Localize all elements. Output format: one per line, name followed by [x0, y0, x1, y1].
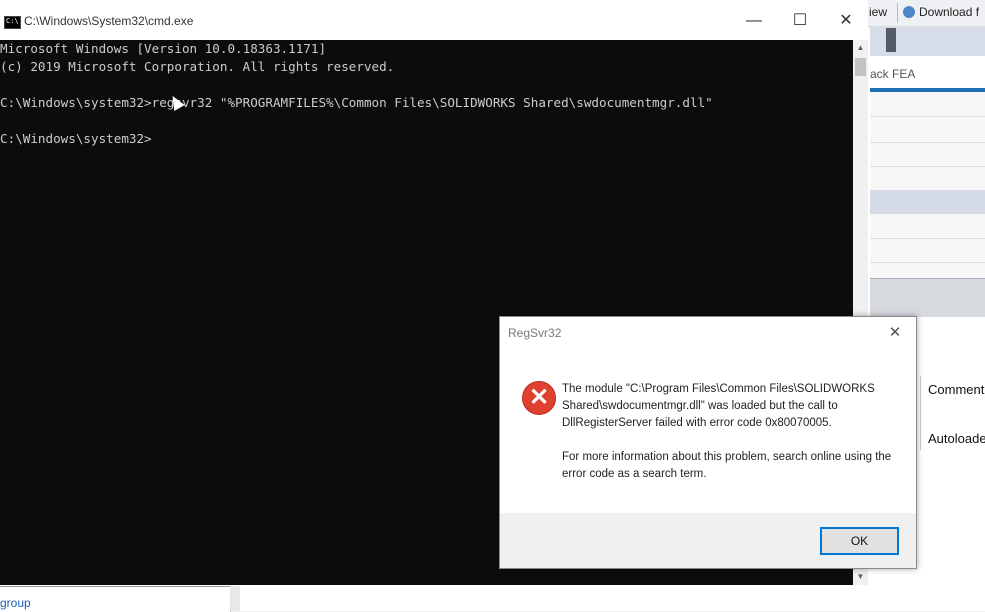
cmd-icon-glyph: C:\: [6, 17, 19, 25]
console-prompt-line: C:\Windows\system32>: [0, 131, 152, 146]
list-divider: [870, 116, 985, 117]
console-line: Microsoft Windows [Version 10.0.18363.11…: [0, 41, 327, 56]
list-divider: [870, 238, 985, 239]
view-menu[interactable]: iew: [869, 5, 887, 19]
bottom-left-panel: group: [0, 586, 231, 612]
selected-list-item[interactable]: [870, 190, 985, 214]
download-button[interactable]: Download f: [903, 5, 979, 19]
cmd-titlebar[interactable]: C:\ C:\Windows\System32\cmd.exe — ☐ ✕: [0, 0, 868, 40]
comment-header-label: Comment: [928, 382, 985, 397]
dialog-title: RegSvr32: [508, 326, 562, 340]
close-button[interactable]: ✕: [823, 6, 869, 36]
info-message-line: error code as a search term.: [562, 468, 707, 480]
background-toolbar: iew Download f: [855, 0, 985, 27]
console-line: C:\Windows\system32>regsvr32 "%PROGRAMFI…: [0, 95, 713, 110]
toolbar-grip[interactable]: [886, 28, 896, 52]
dialog-footer: OK: [500, 513, 916, 568]
error-x-glyph: ✕: [528, 384, 550, 411]
group-link[interactable]: group: [0, 596, 31, 610]
download-label: Download f: [919, 5, 980, 19]
error-message-line: The module "C:\Program Files\Common File…: [562, 383, 875, 395]
maximize-button[interactable]: ☐: [777, 6, 823, 36]
autoloader-label: Autoloader: [928, 431, 985, 446]
bottom-splitter[interactable]: [230, 586, 240, 611]
cmd-window-title: C:\Windows\System32\cmd.exe: [24, 14, 194, 28]
info-message: For more information about this problem,…: [562, 449, 892, 483]
list-divider: [870, 142, 985, 143]
download-icon: [903, 6, 915, 18]
console-line: (c) 2019 Microsoft Corporation. All righ…: [0, 59, 395, 74]
error-message-line: DllRegisterServer failed with error code…: [562, 417, 832, 429]
error-message: The module "C:\Program Files\Common File…: [562, 381, 892, 432]
ok-button[interactable]: OK: [820, 527, 899, 555]
scroll-up-arrow-icon[interactable]: ▲: [853, 40, 868, 56]
fea-label: ack FEA: [870, 67, 916, 81]
error-message-line: Shared\swdocumentmgr.dll" was loaded but…: [562, 400, 838, 412]
fea-tab[interactable]: ack FEA: [870, 60, 985, 86]
background-list: [870, 92, 985, 278]
regsvr32-dialog[interactable]: RegSvr32 ✕ ✕ The module "C:\Program File…: [499, 316, 917, 569]
scroll-down-arrow-icon[interactable]: ▼: [853, 569, 868, 585]
list-divider: [870, 262, 985, 263]
cmd-app-icon[interactable]: C:\: [4, 16, 21, 29]
list-divider: [870, 166, 985, 167]
dialog-close-button[interactable]: ✕: [880, 321, 910, 345]
scroll-thumb[interactable]: [855, 58, 866, 76]
comment-column-header[interactable]: Comment: [920, 376, 985, 420]
autoloader-cell[interactable]: Autoloader: [920, 420, 985, 450]
info-message-line: For more information about this problem,…: [562, 451, 892, 463]
panel-splitter[interactable]: [870, 278, 985, 317]
error-icon: ✕: [522, 381, 556, 415]
toolbar-separator: [897, 3, 898, 23]
minimize-button[interactable]: —: [731, 6, 777, 36]
